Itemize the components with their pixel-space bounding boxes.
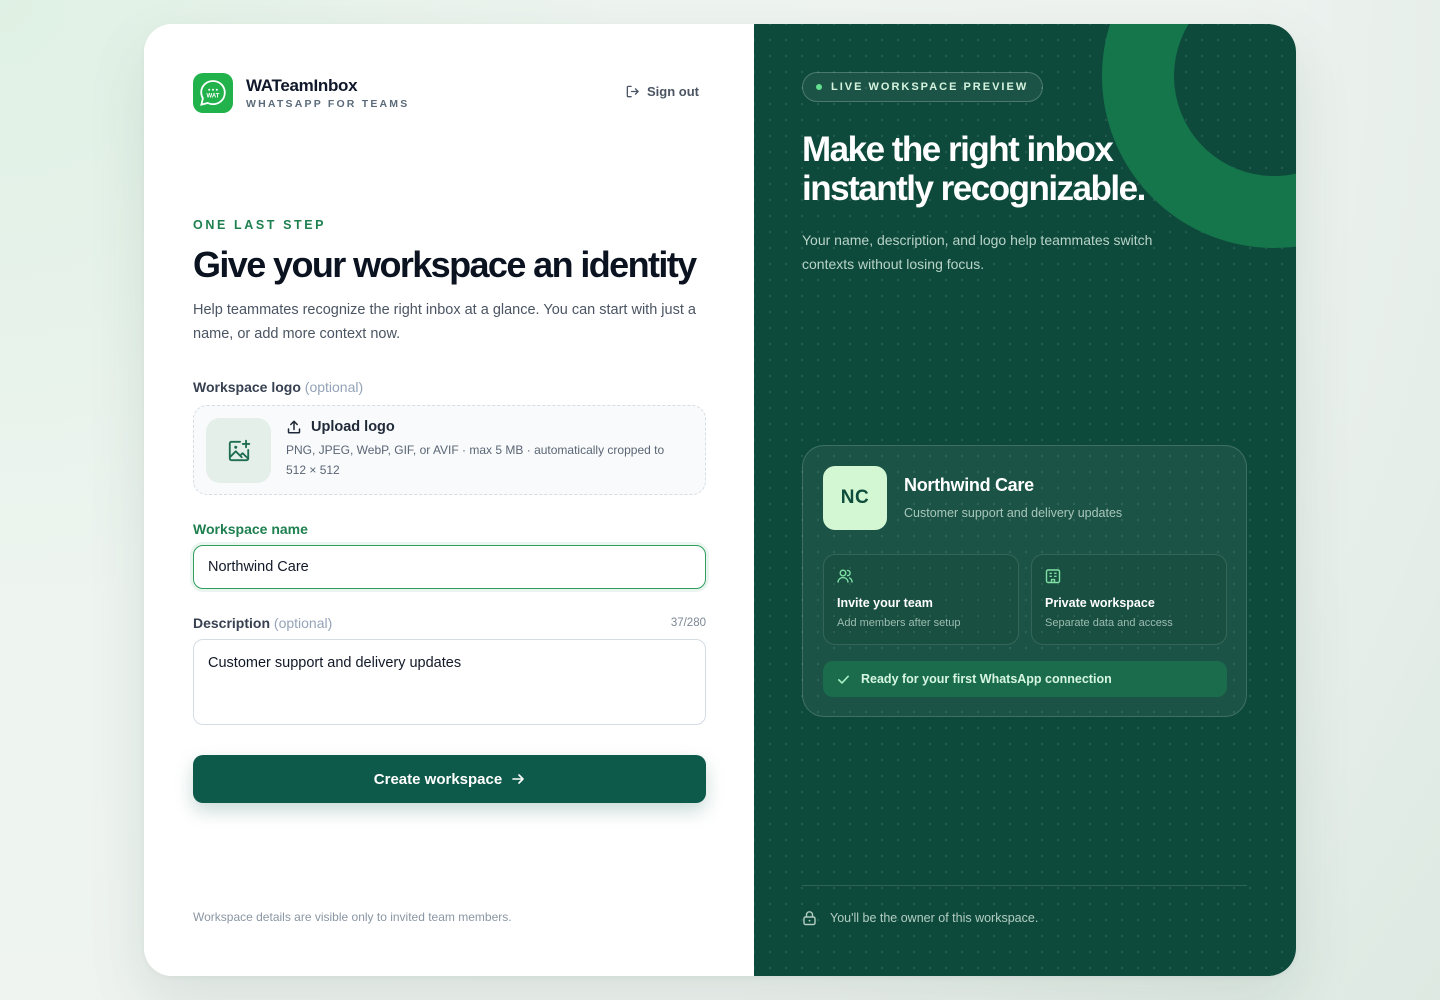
brand: WAT WATeamInbox WHATSAPP FOR TEAMS bbox=[193, 73, 409, 113]
page-subtitle: Help teammates recognize the right inbox… bbox=[193, 302, 696, 342]
chat-bubble-icon: WAT bbox=[200, 80, 226, 106]
preview-panel: LIVE WORKSPACE PREVIEW Make the right in… bbox=[754, 24, 1296, 976]
owner-note: You'll be the owner of this workspace. bbox=[802, 910, 1038, 926]
feature-private-subtitle: Separate data and access bbox=[1045, 617, 1173, 629]
ready-status-text: Ready for your first WhatsApp connection bbox=[861, 672, 1112, 686]
panel-divider bbox=[802, 885, 1247, 886]
form-panel: WAT WATeamInbox WHATSAPP FOR TEAMS Sign … bbox=[144, 24, 754, 976]
workspace-name-label: Workspace name bbox=[193, 521, 308, 537]
arrow-right-icon bbox=[512, 774, 525, 784]
create-workspace-label: Create workspace bbox=[373, 770, 503, 788]
ready-status-banner: Ready for your first WhatsApp connection bbox=[823, 661, 1227, 697]
feature-private-title: Private workspace bbox=[1045, 596, 1155, 610]
preview-subtitle: Your name, description, and logo help te… bbox=[802, 232, 1153, 272]
sign-out-label: Sign out bbox=[647, 84, 699, 99]
brand-logo-text: WAT bbox=[207, 93, 220, 99]
upload-logo-label: Upload logo bbox=[311, 419, 395, 435]
step-eyebrow: ONE LAST STEP bbox=[193, 218, 327, 232]
preview-title: Make the right inbox instantly recogniza… bbox=[802, 130, 1146, 208]
upload-hint: PNG, JPEG, WebP, GIF, or AVIF · max 5 MB… bbox=[286, 443, 665, 477]
live-dot-icon bbox=[816, 84, 822, 90]
page-title: Give your workspace an identity bbox=[193, 244, 697, 285]
workspace-preview-card: NC Northwind Care Customer support and d… bbox=[802, 445, 1247, 717]
onboarding-card: WAT WATeamInbox WHATSAPP FOR TEAMS Sign … bbox=[144, 24, 1296, 976]
sign-out-button[interactable]: Sign out bbox=[625, 84, 699, 99]
description-optional-tag: (optional) bbox=[273, 615, 333, 631]
check-icon bbox=[838, 675, 849, 684]
privacy-footnote: Workspace details are visible only to in… bbox=[193, 910, 512, 924]
workspace-name-input[interactable] bbox=[193, 545, 706, 589]
lock-icon bbox=[803, 911, 816, 926]
logo-placeholder bbox=[206, 418, 271, 483]
logo-optional-tag: (optional) bbox=[304, 379, 364, 395]
upload-icon bbox=[287, 420, 301, 434]
workspace-avatar: NC bbox=[823, 466, 887, 530]
brand-tagline: WHATSAPP FOR TEAMS bbox=[246, 98, 410, 110]
feature-invite-team: Invite your team Add members after setup bbox=[823, 554, 1019, 645]
sign-out-icon bbox=[626, 85, 639, 98]
users-icon bbox=[837, 569, 853, 583]
create-workspace-button[interactable]: Create workspace bbox=[193, 755, 706, 803]
preview-workspace-description: Customer support and delivery updates bbox=[904, 506, 1123, 520]
feature-invite-title: Invite your team bbox=[837, 596, 933, 610]
description-label-text: Description bbox=[193, 615, 271, 631]
description-char-counter: 37/280 bbox=[670, 617, 706, 629]
description-textarea[interactable]: Customer support and delivery updates bbox=[193, 639, 706, 725]
building-icon bbox=[1045, 569, 1061, 584]
logo-label-text: Workspace logo bbox=[193, 379, 301, 395]
brand-logo: WAT bbox=[193, 73, 233, 113]
logo-field-label: Workspace logo (optional) bbox=[193, 379, 363, 395]
live-preview-badge: LIVE WORKSPACE PREVIEW bbox=[802, 72, 1044, 102]
preview-workspace-name: Northwind Care bbox=[904, 475, 1034, 495]
feature-private-workspace: Private workspace Separate data and acce… bbox=[1031, 554, 1227, 645]
feature-invite-subtitle: Add members after setup bbox=[837, 617, 961, 629]
owner-note-text: You'll be the owner of this workspace. bbox=[830, 911, 1039, 925]
live-preview-badge-label: LIVE WORKSPACE PREVIEW bbox=[831, 81, 1029, 93]
description-field-label: Description (optional) bbox=[193, 615, 332, 631]
image-add-icon bbox=[228, 439, 250, 461]
logo-upload-dropzone[interactable]: Upload logo PNG, JPEG, WebP, GIF, or AVI… bbox=[193, 405, 706, 495]
brand-name: WATeamInbox bbox=[246, 76, 358, 95]
